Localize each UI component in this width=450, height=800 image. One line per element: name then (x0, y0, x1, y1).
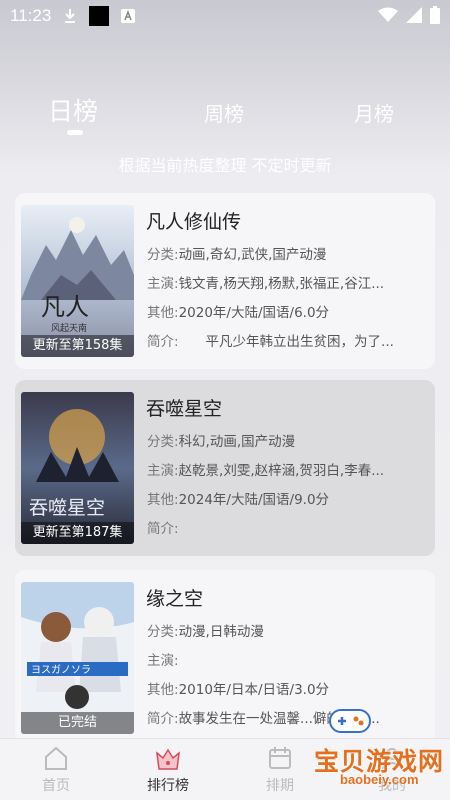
item-title[interactable]: 缘之空 (146, 584, 203, 611)
poster-logo-text: 凡人 (41, 293, 89, 321)
nav-rank[interactable]: 排行榜 (128, 739, 208, 800)
cast-label: 主演: (147, 463, 179, 479)
poster-logo-text: 吞噬星空 (29, 497, 105, 519)
tab-day[interactable]: 日榜 (48, 92, 98, 128)
cast-value: 赵乾景,刘雯,赵梓涵,贺羽白,李春... (178, 463, 385, 479)
poster-image: 吞噬星空 更新至第187集 (21, 392, 134, 544)
poster-image: ヨスガノソラ 已完结 (21, 582, 134, 734)
intro-value: 平凡少年韩立出生贫困，为了... (178, 334, 394, 350)
download-icon (63, 8, 77, 24)
wifi-icon (378, 7, 398, 27)
other-value: 2010年/日本/日语/3.0分 (178, 682, 330, 698)
genre-row: 分类:科幻,动画,国产动漫 (147, 430, 429, 450)
other-row: 其他:2010年/日本/日语/3.0分 (147, 678, 429, 698)
episode-badge: 更新至第158集 (21, 335, 134, 357)
poster-image: 凡人 风起天南 更新至第158集 (21, 205, 134, 357)
tab-indicator (67, 130, 83, 135)
status-bar: 11:23 (0, 0, 450, 32)
episode-badge: 更新至第187集 (21, 522, 134, 544)
intro-label: 简介: (147, 521, 179, 537)
status-badge: 已完结 (21, 712, 134, 734)
watermark-url: baobeiy.com (340, 772, 419, 787)
watermark: 宝贝游戏网 baobeiy.com (262, 706, 447, 796)
cast-row: 主演:钱文青,杨天翔,杨默,张福正,谷江... (147, 272, 429, 292)
intro-row: 简介: 平凡少年韩立出生贫困，为了... (147, 330, 429, 350)
genre-row: 分类:动画,奇幻,武侠,国产动漫 (147, 243, 429, 263)
genre-row: 分类:动漫,日韩动漫 (147, 620, 429, 640)
list-item[interactable]: 吞噬星空 更新至第187集 吞噬星空 分类:科幻,动画,国产动漫 主演:赵乾景,… (15, 380, 435, 556)
svg-text:风起天南: 风起天南 (51, 322, 87, 334)
home-icon (43, 745, 69, 771)
font-a-icon (121, 9, 136, 23)
cast-value: 钱文青,杨天翔,杨默,张福正,谷江... (178, 276, 385, 292)
other-label: 其他: (147, 682, 179, 698)
intro-row: 简介: (147, 517, 429, 537)
cast-row: 主演:赵乾景,刘雯,赵梓涵,贺羽白,李春... (147, 459, 429, 479)
item-title[interactable]: 凡人修仙传 (146, 207, 241, 234)
crown-icon (155, 745, 181, 771)
gamepad-icon (328, 706, 372, 740)
genre-value: 动漫,日韩动漫 (178, 624, 264, 640)
nav-rank-label: 排行榜 (147, 778, 189, 794)
genre-value: 动画,奇幻,武侠,国产动漫 (178, 247, 327, 263)
cast-label: 主演: (147, 276, 179, 292)
item-title[interactable]: 吞噬星空 (146, 394, 222, 421)
genre-label: 分类: (147, 624, 179, 640)
battery-icon (430, 6, 440, 28)
genre-label: 分类: (147, 434, 179, 450)
intro-label: 简介: (147, 334, 179, 350)
app-square-icon (89, 6, 110, 26)
status-time: 11:23 (10, 6, 52, 25)
list-item[interactable]: 凡人 风起天南 更新至第158集 凡人修仙传 分类:动画,奇幻,武侠,国产动漫 … (15, 193, 435, 369)
cast-label: 主演: (147, 653, 179, 669)
signal-icon (406, 7, 422, 27)
nav-home[interactable]: 首页 (16, 739, 96, 800)
other-label: 其他: (147, 305, 179, 321)
other-value: 2020年/大陆/国语/6.0分 (178, 305, 330, 321)
nav-home-label: 首页 (42, 778, 70, 794)
cast-row: 主演: (147, 649, 429, 669)
other-row: 其他:2020年/大陆/国语/6.0分 (147, 301, 429, 321)
tab-week[interactable]: 周榜 (204, 98, 244, 127)
genre-value: 科幻,动画,国产动漫 (178, 434, 296, 450)
other-row: 其他:2024年/大陆/国语/9.0分 (147, 488, 429, 508)
intro-label: 简介: (147, 711, 179, 727)
genre-label: 分类: (147, 247, 179, 263)
poster-logo-text: ヨスガノソラ (31, 664, 91, 676)
other-value: 2024年/大陆/国语/9.0分 (178, 492, 330, 508)
rank-subtitle: 根据当前热度整理 不定时更新 (118, 156, 332, 175)
other-label: 其他: (147, 492, 179, 508)
tab-month[interactable]: 月榜 (354, 98, 394, 127)
